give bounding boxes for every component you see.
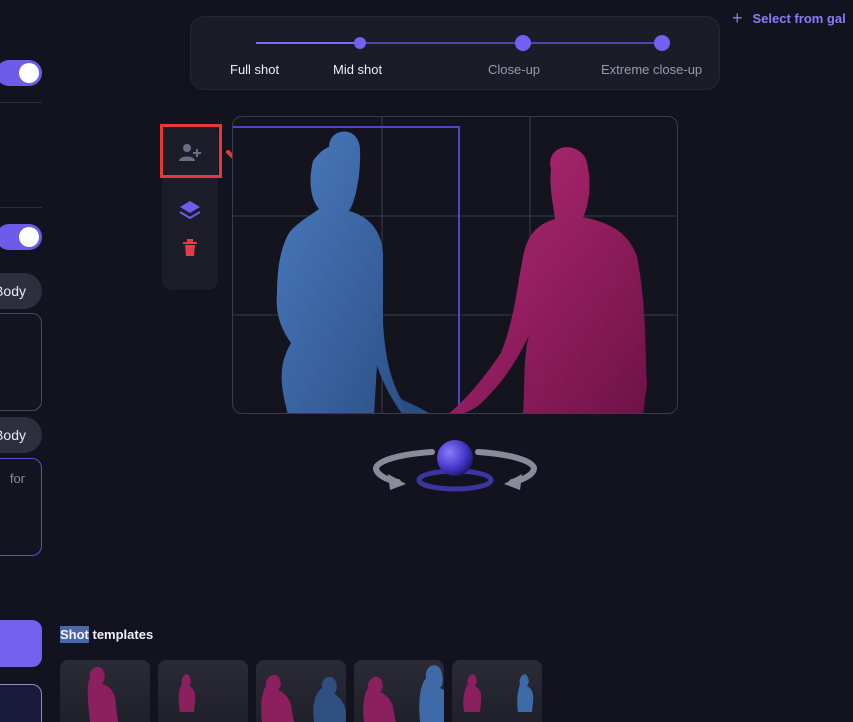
highlight-box [160, 124, 222, 178]
prompt-textarea-2[interactable]: for [0, 458, 42, 556]
shot-node-close-up[interactable] [515, 35, 531, 51]
shot-templates-title: Shot templates [60, 626, 154, 643]
plus-icon: + [732, 8, 743, 28]
shot-templates-title-rest: templates [88, 627, 154, 642]
select-from-gallery-link[interactable]: + Select from gal [732, 8, 846, 29]
shot-label-close-up[interactable]: Close-up [488, 62, 540, 77]
toggle-knob [19, 63, 39, 83]
body-button-1[interactable]: Body [0, 273, 42, 309]
shot-size-selector: Full shot Mid shot Close-up Extreme clos… [190, 16, 720, 90]
figure-pink [449, 147, 647, 413]
orbit-sphere [437, 440, 473, 476]
select-from-gallery-label: Select from gal [752, 11, 846, 26]
body-button-2[interactable]: Body [0, 417, 42, 453]
divider [0, 207, 42, 208]
shot-templates-title-selected: Shot [60, 626, 89, 643]
prompt-placeholder: for [9, 471, 25, 486]
shot-size-track-fill [256, 42, 360, 44]
template-thumb-1[interactable] [60, 660, 150, 722]
divider [0, 102, 42, 103]
toggle-switch-1[interactable] [0, 60, 42, 86]
toggle-switch-2[interactable] [0, 224, 42, 250]
layers-icon[interactable] [176, 196, 204, 224]
template-thumb-3[interactable] [256, 660, 346, 722]
shot-node-mid[interactable] [354, 37, 366, 49]
viewport-canvas [233, 117, 677, 413]
template-thumb-2[interactable] [158, 660, 248, 722]
template-thumb-5[interactable] [452, 660, 542, 722]
template-thumb-4[interactable] [354, 660, 444, 722]
toggle-knob [19, 227, 39, 247]
secondary-panel-button[interactable] [0, 684, 42, 722]
trash-icon[interactable] [176, 234, 204, 262]
scene-viewport[interactable] [232, 116, 678, 414]
orbit-control[interactable] [372, 432, 538, 496]
generate-button[interactable] [0, 620, 42, 667]
shot-label-mid[interactable]: Mid shot [333, 62, 382, 77]
shot-label-full[interactable]: Full shot [230, 62, 279, 77]
shot-label-extreme-close-up[interactable]: Extreme close-up [601, 62, 702, 77]
prompt-textarea-1[interactable] [0, 313, 42, 411]
figure-blue [276, 131, 429, 413]
shot-node-extreme-close-up[interactable] [654, 35, 670, 51]
